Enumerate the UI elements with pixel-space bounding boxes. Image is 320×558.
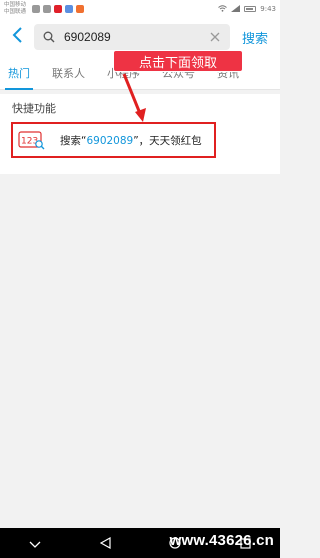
watermark: www.43626.cn — [169, 532, 274, 549]
notification-icon — [32, 5, 41, 13]
item-suffix: ”，天天领红包 — [133, 134, 202, 147]
number-search-icon: 123 — [18, 129, 46, 151]
notification-icon — [54, 5, 63, 13]
chevron-left-icon — [11, 27, 23, 47]
signal-icon — [231, 4, 241, 14]
status-right: 9:43 — [218, 4, 276, 14]
item-prefix: 搜索“ — [60, 134, 87, 147]
status-bar: 中国移动 中国联通 9:43 — [0, 0, 280, 18]
search-redpacket-item[interactable]: 123 搜索“6902089”，天天领红包 — [11, 122, 216, 158]
clock: 9:43 — [260, 5, 276, 13]
notification-icon — [65, 5, 74, 13]
tab-contacts[interactable]: 联系人 — [52, 56, 85, 90]
battery-icon — [244, 6, 257, 12]
quick-functions-section: 快捷功能 123 搜索“6902089”，天天领红包 — [0, 94, 280, 174]
notification-icon — [43, 5, 52, 13]
nav-collapse-button[interactable] — [20, 528, 50, 558]
search-icon — [42, 30, 56, 44]
notification-icon — [76, 5, 85, 13]
search-query[interactable]: 6902089 — [64, 30, 208, 44]
close-icon[interactable] — [208, 30, 222, 44]
carrier-info: 中国移动 中国联通 — [4, 2, 26, 16]
carrier-1: 中国移动 — [4, 2, 27, 8]
annotation-callout: 点击下面领取 — [113, 50, 243, 72]
section-title: 快捷功能 — [12, 102, 56, 115]
nav-back-button[interactable] — [90, 528, 120, 558]
item-highlight: 6902089 — [86, 134, 134, 147]
search-button[interactable]: 搜索 — [242, 28, 268, 47]
chevron-down-icon — [29, 534, 41, 553]
wifi-icon — [218, 4, 228, 14]
back-triangle-icon — [99, 534, 111, 553]
carrier-2: 中国联通 — [4, 9, 27, 15]
back-button[interactable] — [0, 18, 34, 56]
tab-hot[interactable]: 热门 — [5, 56, 33, 90]
notification-icons — [32, 5, 85, 13]
search-input[interactable]: 6902089 — [34, 24, 230, 50]
item-label: 搜索“6902089”，天天领红包 — [60, 133, 202, 148]
